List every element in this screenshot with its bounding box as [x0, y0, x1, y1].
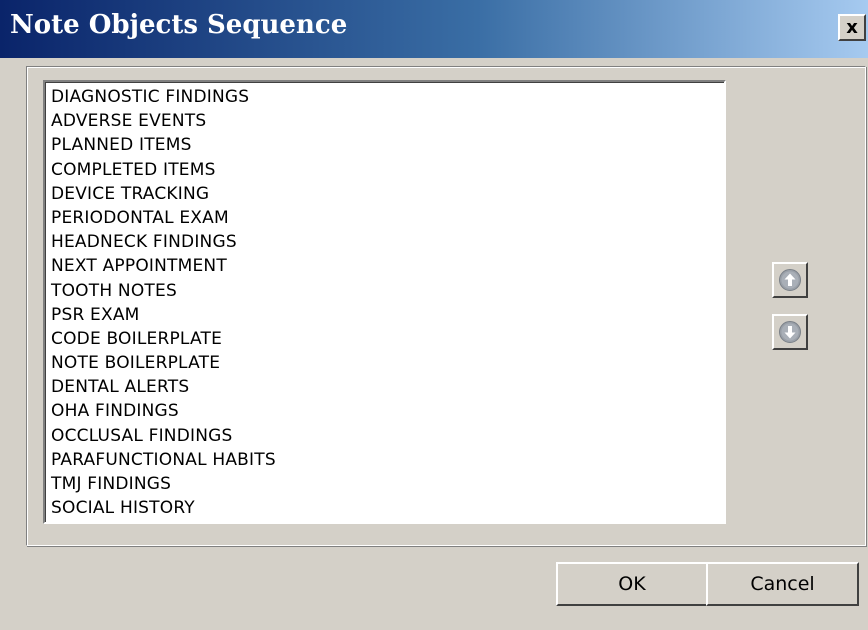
dialog-title: Note Objects Sequence: [10, 10, 348, 40]
list-item[interactable]: HEADNECK FINDINGS: [51, 230, 724, 254]
close-icon: x: [846, 16, 858, 38]
list-item[interactable]: DIAGNOSTIC FINDINGS: [51, 85, 724, 109]
list-item[interactable]: NEXT APPOINTMENT: [51, 254, 724, 278]
list-item[interactable]: PARAFUNCTIONAL HABITS: [51, 448, 724, 472]
note-objects-list: DIAGNOSTIC FINDINGS ADVERSE EVENTS PLANNED…: [45, 82, 724, 520]
list-item[interactable]: PSR EXAM: [51, 303, 724, 327]
list-item[interactable]: TMJ FINDINGS: [51, 472, 724, 496]
list-item[interactable]: ADVERSE EVENTS: [51, 109, 724, 133]
note-objects-listbox[interactable]: DIAGNOSTIC FINDINGS ADVERSE EVENTS PLANNED…: [43, 80, 726, 524]
list-item[interactable]: DEVICE TRACKING: [51, 182, 724, 206]
move-up-button[interactable]: [772, 262, 808, 298]
list-item[interactable]: CODE BOILERPLATE: [51, 327, 724, 351]
title-bar[interactable]: Note Objects Sequence x: [0, 0, 868, 58]
note-objects-sequence-dialog: Note Objects Sequence x DIAGNOSTIC FINDI…: [0, 0, 868, 630]
arrow-down-circle-icon: [779, 321, 801, 343]
cancel-button[interactable]: Cancel: [706, 562, 859, 606]
close-button[interactable]: x: [838, 14, 866, 41]
list-item[interactable]: COMPLETED ITEMS: [51, 158, 724, 182]
list-item[interactable]: PERIODONTAL EXAM: [51, 206, 724, 230]
arrow-up-circle-icon: [779, 269, 801, 291]
list-item[interactable]: DENTAL ALERTS: [51, 375, 724, 399]
list-item[interactable]: PLANNED ITEMS: [51, 133, 724, 157]
list-item[interactable]: TOOTH NOTES: [51, 279, 724, 303]
list-item[interactable]: NOTE BOILERPLATE: [51, 351, 724, 375]
ok-button[interactable]: OK: [556, 562, 708, 606]
list-item[interactable]: SOCIAL HISTORY: [51, 496, 724, 520]
list-item[interactable]: OHA FINDINGS: [51, 399, 724, 423]
list-item[interactable]: OCCLUSAL FINDINGS: [51, 424, 724, 448]
move-down-button[interactable]: [772, 314, 808, 350]
